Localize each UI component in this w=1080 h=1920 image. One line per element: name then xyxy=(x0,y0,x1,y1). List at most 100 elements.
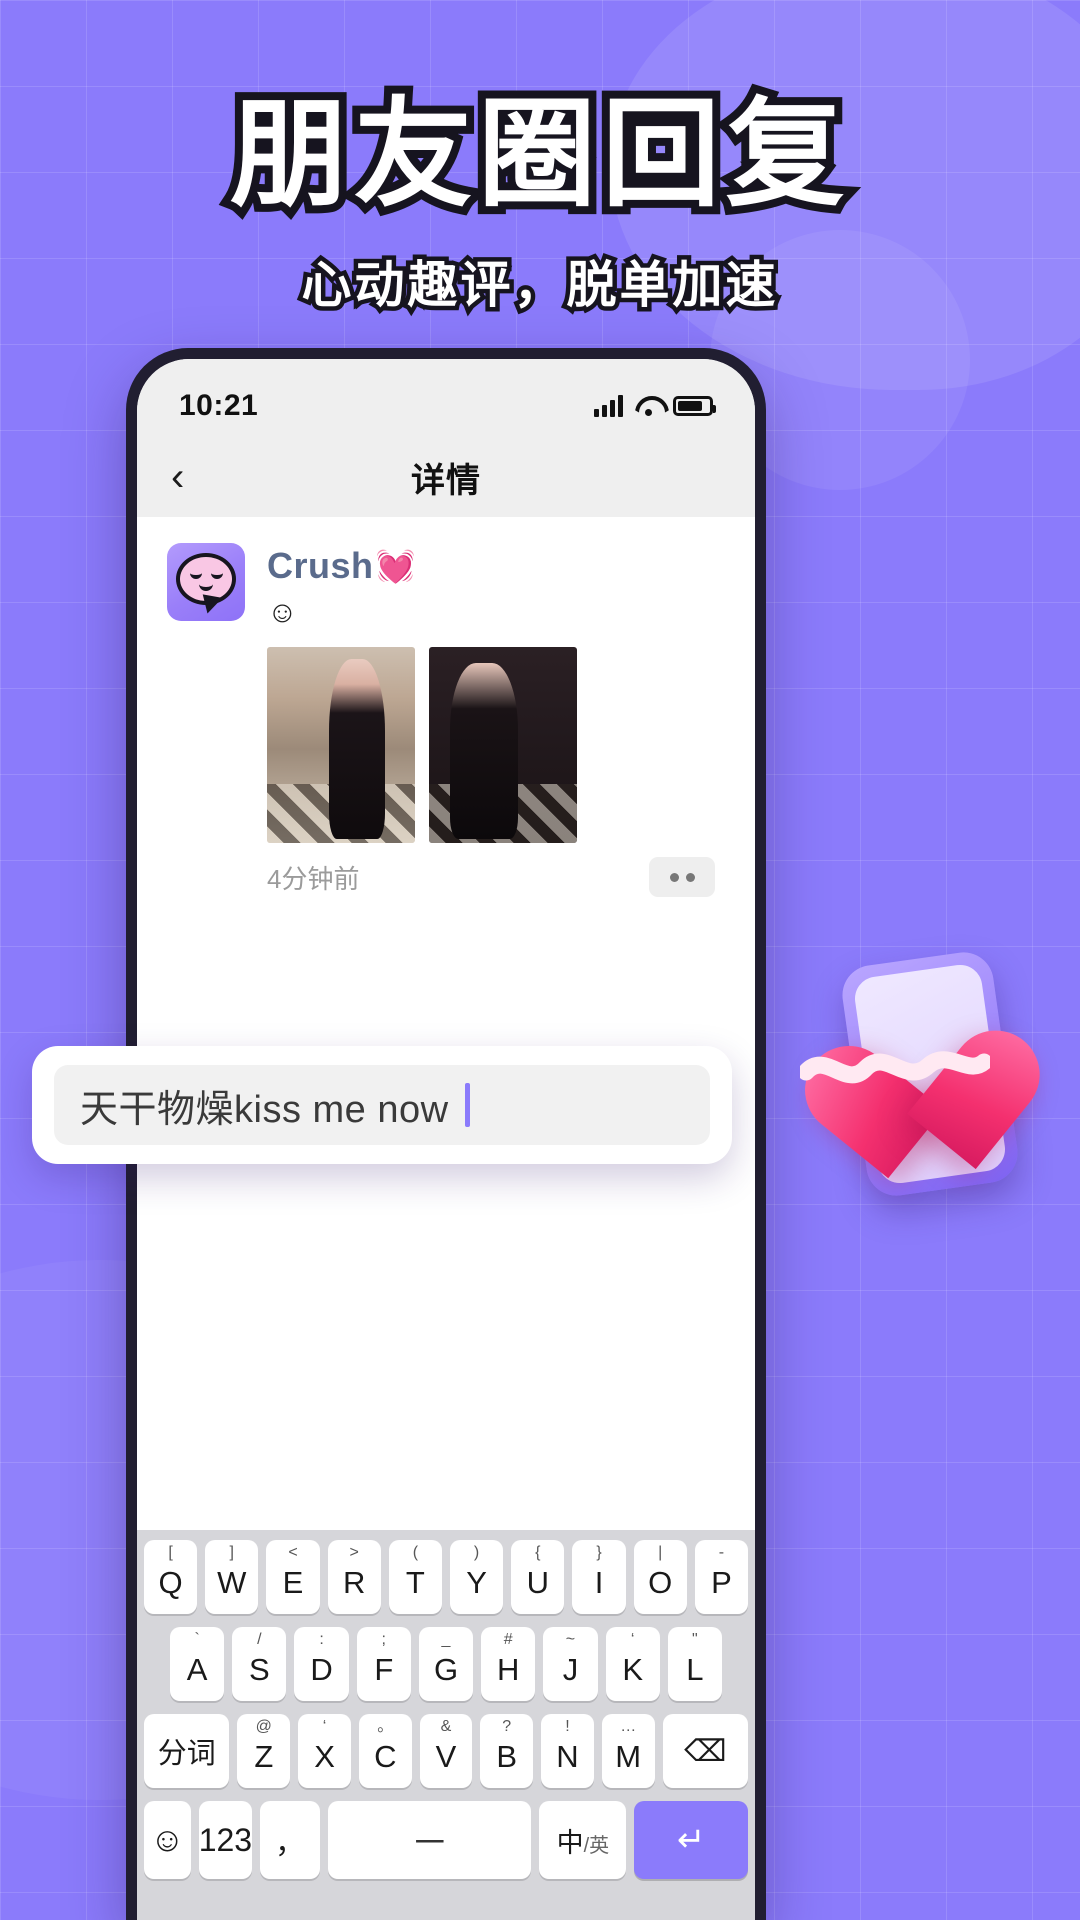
comment-input-value: 天干物燥kiss me now xyxy=(80,1088,449,1131)
key-p[interactable]: -P xyxy=(694,1540,749,1614)
key-numbers[interactable]: 123 xyxy=(198,1801,253,1879)
key-sup: { xyxy=(535,1544,541,1561)
key-l[interactable]: " L xyxy=(667,1627,722,1701)
key-word-segment[interactable]: 分词 xyxy=(144,1714,230,1788)
key-f[interactable]: ; F xyxy=(356,1627,411,1701)
bubble-tail-icon xyxy=(199,594,223,616)
key-label: ☺ xyxy=(149,1820,185,1859)
heart-phone-decoration xyxy=(800,948,1048,1213)
key-label: ， xyxy=(275,1827,305,1860)
key-sup: [ xyxy=(168,1544,173,1561)
key-label: G xyxy=(433,1651,459,1687)
keyboard-row-2: ` A / S :D ; F _ G # H ~ J ‘K " L xyxy=(144,1627,748,1701)
key-q[interactable]: [Q xyxy=(143,1540,198,1614)
key-b[interactable]: ? B xyxy=(480,1714,534,1788)
post-image[interactable] xyxy=(429,647,577,843)
key-sup: ` xyxy=(194,1631,200,1648)
key-h[interactable]: # H xyxy=(481,1627,536,1701)
key-label: F xyxy=(374,1651,394,1687)
soft-keyboard: [Q ] W < E > R (T ) Y {U } I | O -P ` A / S :D ;… xyxy=(137,1530,755,1920)
key-x[interactable]: ‘X xyxy=(298,1714,351,1788)
key-label: T xyxy=(405,1564,425,1600)
key-comma[interactable]: ， xyxy=(260,1801,320,1879)
status-bar: 10:21 xyxy=(137,359,755,437)
key-v[interactable]: & V xyxy=(419,1714,473,1788)
key-label: ⌫ xyxy=(684,1734,727,1768)
avatar[interactable] xyxy=(167,543,245,621)
key-r[interactable]: > R xyxy=(327,1540,381,1614)
key-label: P xyxy=(711,1564,732,1600)
emoji-icon[interactable]: ☺ xyxy=(144,1801,191,1879)
key-sup: & xyxy=(440,1718,452,1735)
key-c[interactable]: 。 C xyxy=(358,1714,412,1788)
post-meta: 4分钟前 xyxy=(267,857,725,897)
key-label: O xyxy=(648,1564,673,1600)
key-sup: … xyxy=(620,1718,637,1735)
key-a[interactable]: ` A xyxy=(170,1627,225,1701)
key-sup: ‘ xyxy=(630,1631,635,1648)
key-t[interactable]: (T xyxy=(388,1540,442,1614)
key-sup: ~ xyxy=(565,1631,576,1648)
keyboard-row-3: 分词 @ Z ‘X 。 C & V ? B ! N … M ⌫ xyxy=(144,1714,749,1788)
key-sup: @ xyxy=(255,1718,272,1735)
backspace-icon[interactable]: ⌫ xyxy=(662,1714,749,1788)
key-sup: _ xyxy=(441,1631,451,1648)
more-dots-icon[interactable] xyxy=(649,857,715,897)
post-author-name: Crush xyxy=(267,545,374,586)
key-label: 一 xyxy=(414,1827,445,1860)
key-e[interactable]: < E xyxy=(266,1540,320,1614)
poster-title: 朋友圈回复 xyxy=(222,83,852,227)
comment-input-bar[interactable]: 天干物燥kiss me now xyxy=(32,1046,732,1164)
battery-icon xyxy=(673,396,716,416)
key-sup: " xyxy=(692,1631,698,1648)
key-label: K xyxy=(622,1651,643,1687)
comment-input-field[interactable]: 天干物燥kiss me now xyxy=(54,1065,710,1145)
key-sup: > xyxy=(349,1544,359,1561)
key-label: W xyxy=(217,1564,247,1600)
status-icons xyxy=(594,395,716,417)
wifi-icon xyxy=(635,396,661,416)
key-sup: ; xyxy=(381,1631,386,1648)
key-label: I xyxy=(594,1564,604,1600)
key-z[interactable]: @ Z xyxy=(237,1714,291,1788)
key-w[interactable]: ] W xyxy=(205,1540,259,1614)
key-sup: } xyxy=(596,1544,602,1561)
key-space[interactable]: 一 xyxy=(327,1801,532,1879)
key-u[interactable]: {U xyxy=(511,1540,565,1614)
post-timestamp: 4分钟前 xyxy=(267,863,360,894)
key-sup: 。 xyxy=(377,1718,394,1735)
key-i[interactable]: } I xyxy=(572,1540,626,1614)
key-y[interactable]: ) Y xyxy=(450,1540,504,1614)
key-j[interactable]: ~ J xyxy=(543,1627,598,1701)
heart-emoji-icon: 💓 xyxy=(375,548,416,584)
nav-bar: ‹ 详情 xyxy=(137,437,755,517)
key-o[interactable]: | O xyxy=(633,1540,687,1614)
key-g[interactable]: _ G xyxy=(418,1627,474,1701)
key-label: H xyxy=(497,1651,520,1687)
key-label: A xyxy=(186,1651,208,1687)
key-label: 分词 xyxy=(157,1738,216,1770)
page-title: 详情 xyxy=(411,461,481,500)
key-language-toggle[interactable]: 中/英 xyxy=(539,1801,627,1879)
key-label: M xyxy=(615,1738,642,1774)
post-author[interactable]: Crush 💓 xyxy=(267,545,725,587)
decoration-squiggle-icon xyxy=(800,1051,990,1084)
signal-icon xyxy=(594,395,623,417)
key-sup: | xyxy=(658,1544,663,1561)
post-body: Crush 💓 ☺ 4分钟前 xyxy=(267,543,725,897)
key-m[interactable]: … M xyxy=(601,1714,655,1788)
key-sup: / xyxy=(257,1631,262,1648)
lang-sub: /英 xyxy=(583,1834,610,1857)
key-sup: ? xyxy=(502,1718,512,1735)
key-s[interactable]: / S xyxy=(232,1627,287,1701)
poster-subtitle: 心动趣评，脱单加速 xyxy=(297,253,780,318)
key-label: Z xyxy=(254,1738,274,1774)
enter-icon[interactable]: ↵ xyxy=(634,1801,748,1879)
key-sup: # xyxy=(503,1631,513,1648)
key-label: N xyxy=(556,1738,579,1774)
key-d[interactable]: :D xyxy=(294,1627,349,1701)
post-image[interactable] xyxy=(267,647,415,843)
key-k[interactable]: ‘K xyxy=(605,1627,660,1701)
key-n[interactable]: ! N xyxy=(541,1714,594,1788)
poster-headline-group: 朋友圈回复 心动趣评，脱单加速 xyxy=(0,83,1080,318)
